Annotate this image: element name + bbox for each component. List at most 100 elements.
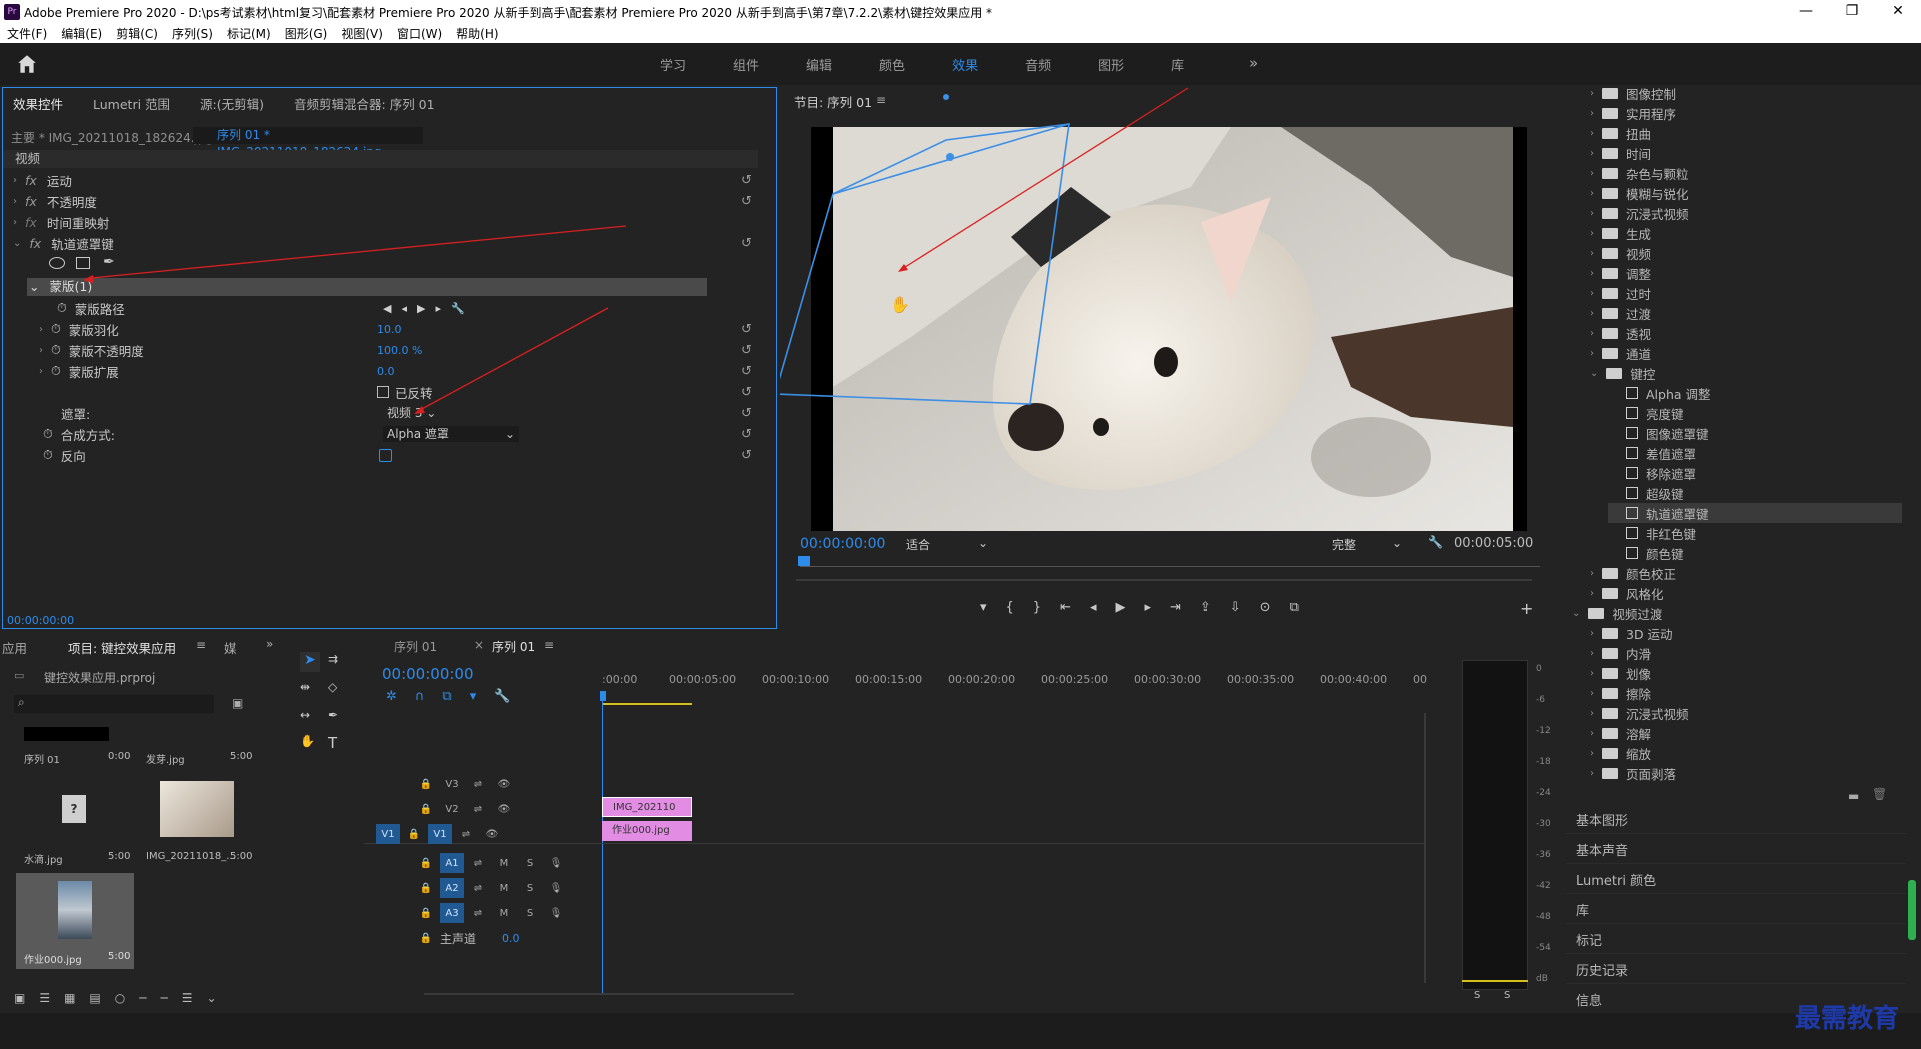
chevron-right-icon[interactable]: ›	[1590, 728, 1594, 739]
chevron-right-icon[interactable]: ›	[1590, 148, 1594, 159]
panel-menu-icon[interactable]: ≡	[544, 638, 554, 652]
add-button-icon[interactable]: +	[1520, 599, 1533, 618]
effect-item[interactable]: › 过渡	[1590, 303, 1902, 323]
workspace-effects[interactable]: 效果	[952, 55, 978, 74]
effect-item[interactable]: › 内滑	[1590, 643, 1902, 663]
effect-item[interactable]: › 调整	[1590, 263, 1902, 283]
tab-sequence-01-b[interactable]: 序列 01	[492, 638, 535, 655]
effect-item[interactable]: › 沉浸式视频	[1590, 703, 1902, 723]
eye-icon[interactable]: 👁	[480, 824, 504, 844]
solo-button[interactable]: S	[518, 903, 542, 923]
solo-right[interactable]: S	[1504, 990, 1510, 1001]
lock-icon[interactable]: 🔒	[414, 878, 438, 898]
slip-tool-icon[interactable]: ↔	[300, 708, 310, 722]
master-volume-value[interactable]: 0.0	[502, 932, 520, 945]
chevron-right-icon[interactable]: ›	[1590, 328, 1594, 339]
pen-tool-icon[interactable]: ✒	[328, 708, 338, 722]
timeline-playhead[interactable]	[602, 691, 603, 993]
overflow-icon[interactable]: »	[266, 637, 273, 651]
thumb-sequence[interactable]	[24, 727, 109, 741]
chevron-right-icon[interactable]: ›	[1590, 108, 1594, 119]
effect-item[interactable]: Alpha 调整	[1608, 383, 1902, 403]
new-bin-icon[interactable]: ▣	[232, 696, 243, 710]
item-homework-name[interactable]: 作业000.jpg	[24, 951, 82, 966]
menu-help[interactable]: 帮助(H)	[449, 25, 505, 42]
chevron-right-icon[interactable]: ›	[1590, 768, 1594, 779]
effect-item[interactable]: › 生成	[1590, 223, 1902, 243]
effect-item[interactable]: › 划像	[1590, 663, 1902, 683]
effect-item[interactable]: › 页面剥落	[1590, 763, 1902, 783]
tab-media[interactable]: 媒	[224, 638, 237, 657]
timeline-zoom-bar[interactable]	[424, 993, 794, 995]
workspace-assembly[interactable]: 组件	[733, 55, 759, 74]
sync-icon[interactable]: ⇌	[466, 903, 490, 923]
workspace-learn[interactable]: 学习	[660, 55, 686, 74]
effect-item[interactable]: 超级键	[1608, 483, 1902, 503]
mute-button[interactable]: M	[492, 878, 516, 898]
effect-item[interactable]: › 模糊与锐化	[1590, 183, 1902, 203]
track-select-tool-icon[interactable]: ⇉	[328, 652, 338, 666]
chevron-right-icon[interactable]: ›	[1590, 268, 1594, 279]
effect-item[interactable]: › 视频	[1590, 243, 1902, 263]
chevron-right-icon[interactable]: ›	[1590, 168, 1594, 179]
close-icon[interactable]: ×	[474, 638, 484, 652]
sync-icon[interactable]: ⇌	[454, 824, 478, 844]
effect-item[interactable]: › 杂色与颗粒	[1590, 163, 1902, 183]
item-sequence-name[interactable]: 序列 01	[24, 751, 60, 766]
workspace-audio[interactable]: 音频	[1025, 55, 1051, 74]
program-timecode[interactable]: 00:00:00:00	[800, 536, 885, 552]
effect-item[interactable]: 轨道遮罩键	[1608, 503, 1902, 523]
new-bin-icon[interactable]: ▬	[1848, 789, 1859, 803]
maximize-button[interactable]: ❐	[1829, 0, 1875, 24]
tab-project[interactable]: 项目: 键控效果应用	[68, 638, 176, 657]
razor-tool-icon[interactable]: ◇	[328, 680, 337, 694]
effect-item[interactable]: 图像遮罩键	[1608, 423, 1902, 443]
project-footer-controls[interactable]: ▣☰▦▤○──☰⌄	[14, 991, 231, 1005]
timeline-vscroll[interactable]	[1424, 713, 1426, 983]
panel-lumetri-color[interactable]: Lumetri 颜色	[1566, 866, 1906, 894]
chevron-right-icon[interactable]: ›	[1590, 688, 1594, 699]
project-search-input[interactable]: ⌕	[14, 695, 214, 713]
program-timebar[interactable]	[800, 566, 1540, 567]
effect-item[interactable]: › 图像控制	[1590, 83, 1902, 103]
clip-homework-v1[interactable]: 作业000.jpg	[602, 821, 692, 841]
workspace-libraries[interactable]: 库	[1171, 55, 1184, 74]
sync-icon[interactable]: ⇌	[466, 853, 490, 873]
eye-icon[interactable]: 👁	[492, 799, 516, 819]
chevron-right-icon[interactable]: ›	[1590, 588, 1594, 599]
panel-history[interactable]: 历史记录	[1566, 956, 1906, 984]
program-zoom-bar[interactable]	[796, 579, 1532, 581]
close-button[interactable]: ✕	[1875, 0, 1921, 24]
effect-item[interactable]: 亮度键	[1608, 403, 1902, 423]
ripple-edit-tool-icon[interactable]: ⇹	[300, 680, 310, 694]
item-sprout-name[interactable]: 发芽.jpg	[146, 751, 185, 766]
fit-select[interactable]: 适合 ⌄	[906, 536, 990, 553]
clip-img-v2[interactable]: IMG_202110	[602, 797, 692, 817]
effect-item[interactable]: › 过时	[1590, 283, 1902, 303]
delete-icon[interactable]: 🗑	[1872, 787, 1887, 801]
chevron-right-icon[interactable]: ›	[1590, 348, 1594, 359]
effect-item[interactable]: › 溶解	[1590, 723, 1902, 743]
lock-icon[interactable]: 🔒	[414, 928, 438, 948]
minimize-button[interactable]: —	[1783, 0, 1829, 24]
menu-graphics[interactable]: 图形(G)	[278, 25, 335, 42]
scroll-indicator[interactable]	[1908, 880, 1916, 940]
effect-item[interactable]: › 扭曲	[1590, 123, 1902, 143]
type-tool-icon[interactable]: T	[328, 734, 337, 752]
chevron-right-icon[interactable]: ›	[1590, 128, 1594, 139]
effect-item[interactable]: › 风格化	[1590, 583, 1902, 603]
lock-icon[interactable]: 🔒	[414, 799, 438, 819]
eye-icon[interactable]: 👁	[492, 774, 516, 794]
panel-essential-sound[interactable]: 基本声音	[1566, 836, 1906, 864]
workspace-graphics[interactable]: 图形	[1098, 55, 1124, 74]
wrench-icon[interactable]: 🔧	[1428, 535, 1443, 549]
timeline-timecode[interactable]: 00:00:00:00	[382, 665, 474, 683]
solo-button[interactable]: S	[518, 878, 542, 898]
menu-view[interactable]: 视图(V)	[334, 25, 390, 42]
solo-button[interactable]: S	[518, 853, 542, 873]
chevron-right-icon[interactable]: ›	[1590, 748, 1594, 759]
sync-icon[interactable]: ⇌	[466, 799, 490, 819]
menu-edit[interactable]: 编辑(E)	[54, 25, 109, 42]
menu-sequence[interactable]: 序列(S)	[165, 25, 220, 42]
chevron-right-icon[interactable]: ›	[1590, 708, 1594, 719]
